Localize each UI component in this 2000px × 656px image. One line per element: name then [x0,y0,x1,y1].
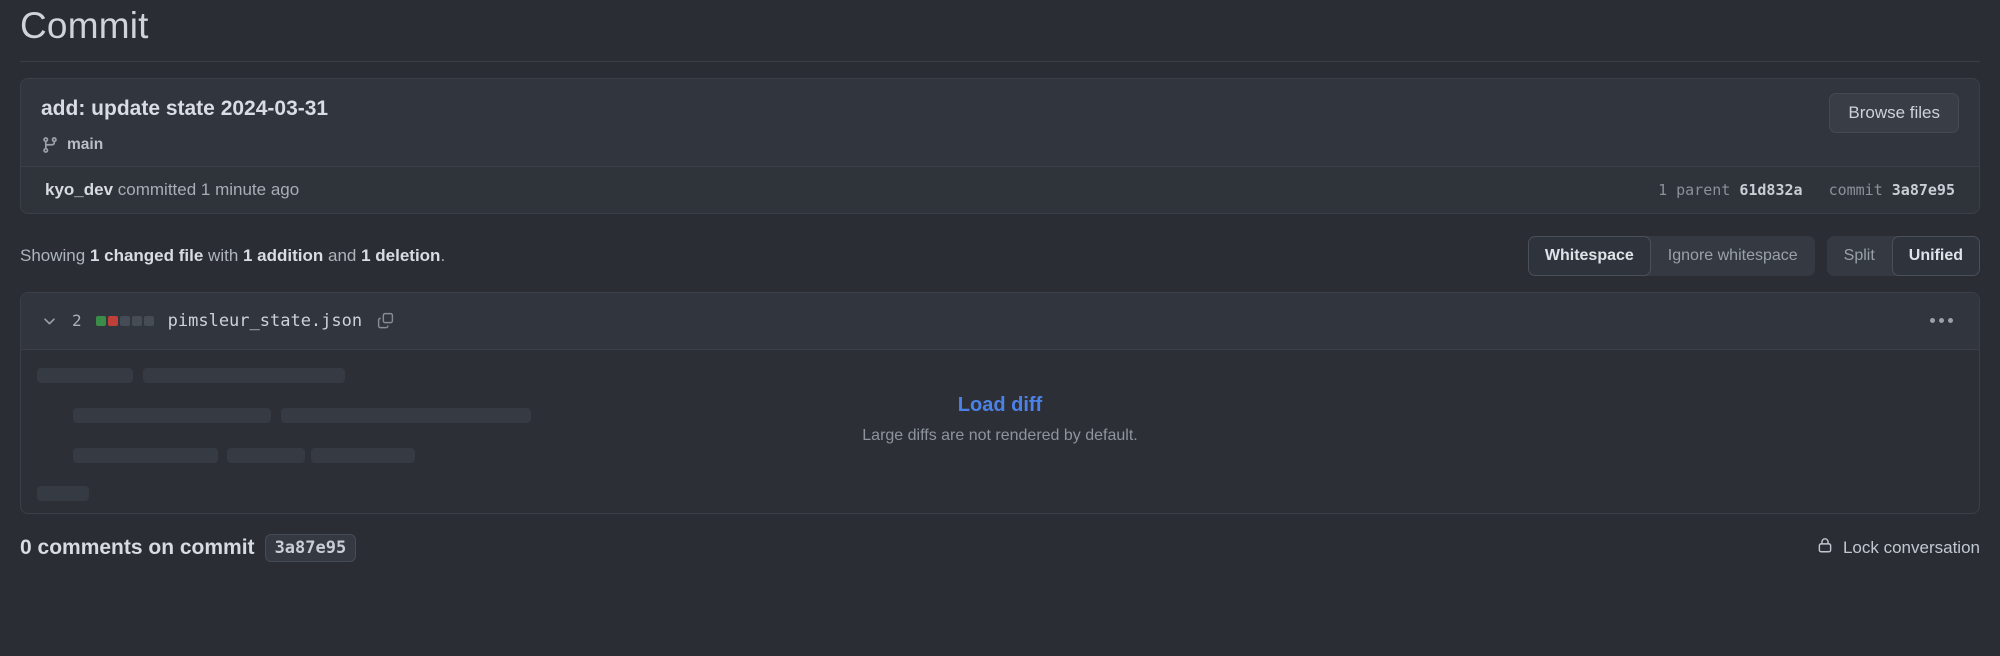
deletions-count: 1 deletion [361,245,441,265]
load-diff-link[interactable]: Load diff [958,394,1042,417]
branch-name: main [67,135,104,153]
parent-count-label: 1 parent [1658,180,1731,199]
comments-count-label: 0 comments on commit [20,535,255,559]
view-mode-toggle-group: Split Unified [1826,235,1980,276]
parent-sha[interactable]: 61d832a [1739,181,1802,199]
file-change-count: 2 [72,311,82,331]
diff-body: Load diff Large diffs are not rendered b… [21,349,1979,513]
commit-summary: add: update state 2024-03-31 main [41,93,328,154]
kebab-horizontal-icon[interactable] [1922,308,1961,333]
file-diff-header: 2 pimsleur_state.json [21,292,1979,350]
showing-text: Showing 1 changed file with 1 addition a… [20,246,445,266]
skeleton-bar [311,447,415,463]
commit-author-line: kyo_dev committed 1 minute ago [45,180,299,200]
diffstat-block-neutral [119,315,130,326]
unified-view-button[interactable]: Unified [1891,235,1980,276]
diffstat-blocks [95,315,154,326]
load-diff-area: Load diff Large diffs are not rendered b… [21,394,1979,445]
chevron-down-icon[interactable] [41,312,58,329]
footer-commit-sha[interactable]: 3a87e95 [264,533,357,562]
file-diff-header-left: 2 pimsleur_state.json [41,311,395,331]
commit-card: add: update state 2024-03-31 main Browse… [20,77,1980,214]
whitespace-button[interactable]: Whitespace [1527,235,1651,276]
skeleton-bar [37,367,133,383]
file-diff-card: 2 pimsleur_state.json Load diff Large di… [20,291,1980,514]
diffstat-block-deletion [107,315,118,326]
kebab-dot [1948,318,1953,324]
comments-heading: 0 comments on commit 3a87e95 [20,533,357,562]
whitespace-toggle-group: Whitespace Ignore whitespace [1527,235,1815,276]
additions-count: 1 addition [243,245,324,265]
diff-summary-bar: Showing 1 changed file with 1 addition a… [20,235,1980,276]
lock-conversation-label: Lock conversation [1842,537,1980,557]
skeleton-bar [227,447,305,463]
copy-icon[interactable] [376,311,395,330]
parent-info: 1 parent 61d832a [1658,181,1803,199]
diffstat-block-addition [95,315,106,326]
git-branch-icon [41,136,59,154]
skeleton-bar [37,485,89,501]
commit-label: commit [1828,180,1883,199]
page-title: Commit [20,5,149,46]
commit-sha-meta: 1 parent 61d832a commit 3a87e95 [1658,181,1955,199]
changed-files-count: 1 changed file [89,245,204,265]
showing-conj: and [323,245,362,265]
lock-conversation-button[interactable]: Lock conversation [1816,536,1980,559]
commit-comments-footer: 0 comments on commit 3a87e95 Lock conver… [20,533,1980,562]
showing-prefix: Showing [20,245,90,265]
diff-view-toggles: Whitespace Ignore whitespace Split Unifi… [1527,235,1980,276]
commit-info: commit 3a87e95 [1829,181,1955,199]
showing-suffix: . [440,245,446,265]
browse-files-button[interactable]: Browse files [1829,92,1959,134]
split-view-button[interactable]: Split [1827,236,1892,276]
commit-message: add: update state 2024-03-31 [41,96,329,120]
commit-card-header: add: update state 2024-03-31 main Browse… [21,79,1979,166]
showing-mid: with [203,245,243,265]
kebab-dot [1939,318,1944,324]
commit-page: Commit add: update state 2024-03-31 main… [0,0,2000,656]
commit-time: 1 minute ago [200,179,300,199]
file-name[interactable]: pimsleur_state.json [168,311,362,331]
diffstat-block-neutral [143,315,154,326]
commit-author[interactable]: kyo_dev [45,180,113,199]
committed-text: committed [113,179,201,199]
branch-row[interactable]: main [41,136,328,154]
title-divider [20,60,1980,62]
lock-icon [1816,536,1834,559]
skeleton-bar [73,447,218,463]
ignore-whitespace-button[interactable]: Ignore whitespace [1651,236,1815,276]
diffstat-block-neutral [131,315,142,326]
commit-sha[interactable]: 3a87e95 [1892,181,1955,199]
skeleton-bar [143,367,345,383]
load-diff-note: Large diffs are not rendered by default. [862,426,1138,444]
kebab-dot [1930,318,1935,324]
commit-meta-row: kyo_dev committed 1 minute ago 1 parent … [21,165,1979,213]
